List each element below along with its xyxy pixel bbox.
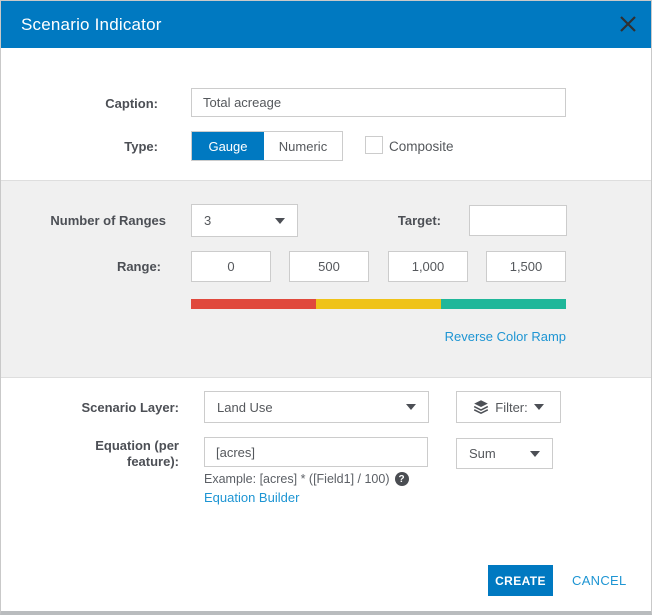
scenario-indicator-dialog: Scenario Indicator Caption: Total acreag… [0,0,652,615]
equation-label-line2: feature): [126,454,179,469]
ramp-segment-green [441,299,566,309]
equation-builder-link[interactable]: Equation Builder [204,490,299,505]
equation-example: Example: [acres] * ([Field1] / 100) ? [204,472,409,486]
ramp-segment-red [191,299,316,309]
chevron-down-icon [530,450,540,457]
dialog-title: Scenario Indicator [21,15,162,34]
number-of-ranges-value: 3 [204,213,212,228]
range-value-3: 1,000 [411,259,445,274]
aggregation-value: Sum [469,446,496,461]
equation-label-line1: Equation (per [95,438,179,453]
target-input[interactable] [469,205,567,236]
equation-example-text: Example: [acres] * ([Field1] / 100) [204,472,390,486]
caption-label: Caption: [105,96,158,111]
caption-input[interactable]: Total acreage [191,88,566,117]
caption-value: Total acreage [203,95,282,110]
filter-label: Filter: [495,399,528,415]
aggregation-dropdown[interactable]: Sum [456,438,553,469]
range-value-1: 0 [227,259,235,274]
close-icon[interactable] [619,15,637,33]
cancel-button[interactable]: CANCEL [572,565,627,596]
range-input-4[interactable]: 1,500 [486,251,566,282]
scenario-layer-dropdown[interactable]: Land Use [204,391,429,423]
equation-input[interactable]: [acres] [204,437,428,467]
range-input-2[interactable]: 500 [289,251,369,282]
help-icon[interactable]: ? [394,472,409,486]
target-label: Target: [397,213,441,228]
range-value-2: 500 [318,259,340,274]
range-value-4: 1,500 [509,259,543,274]
number-of-ranges-label: Number of Ranges [50,213,166,228]
type-label: Type: [124,139,158,154]
type-option-gauge[interactable]: Gauge [192,132,264,160]
chevron-down-icon [275,217,285,224]
type-option-numeric[interactable]: Numeric [264,132,342,160]
composite-label: Composite [389,139,454,154]
range-input-3[interactable]: 1,000 [388,251,468,282]
dialog-header: Scenario Indicator [1,1,651,48]
range-label: Range: [116,259,161,274]
chevron-down-icon [406,404,416,410]
equation-value: [acres] [216,444,256,460]
scenario-layer-value: Land Use [217,399,273,415]
scenario-layer-label: Scenario Layer: [81,400,179,415]
range-input-1[interactable]: 0 [191,251,271,282]
create-button[interactable]: CREATE [488,565,553,596]
number-of-ranges-dropdown[interactable]: 3 [191,204,298,237]
color-ramp [191,299,566,309]
composite-checkbox[interactable] [365,136,383,154]
chevron-down-icon [533,404,544,410]
filter-dropdown[interactable]: Filter: [456,391,561,423]
layers-icon [473,399,489,415]
reverse-color-ramp-link[interactable]: Reverse Color Ramp [366,329,566,344]
type-toggle: Gauge Numeric [191,131,343,161]
ramp-segment-yellow [316,299,441,309]
equation-label: Equation (per feature): [1,438,179,470]
